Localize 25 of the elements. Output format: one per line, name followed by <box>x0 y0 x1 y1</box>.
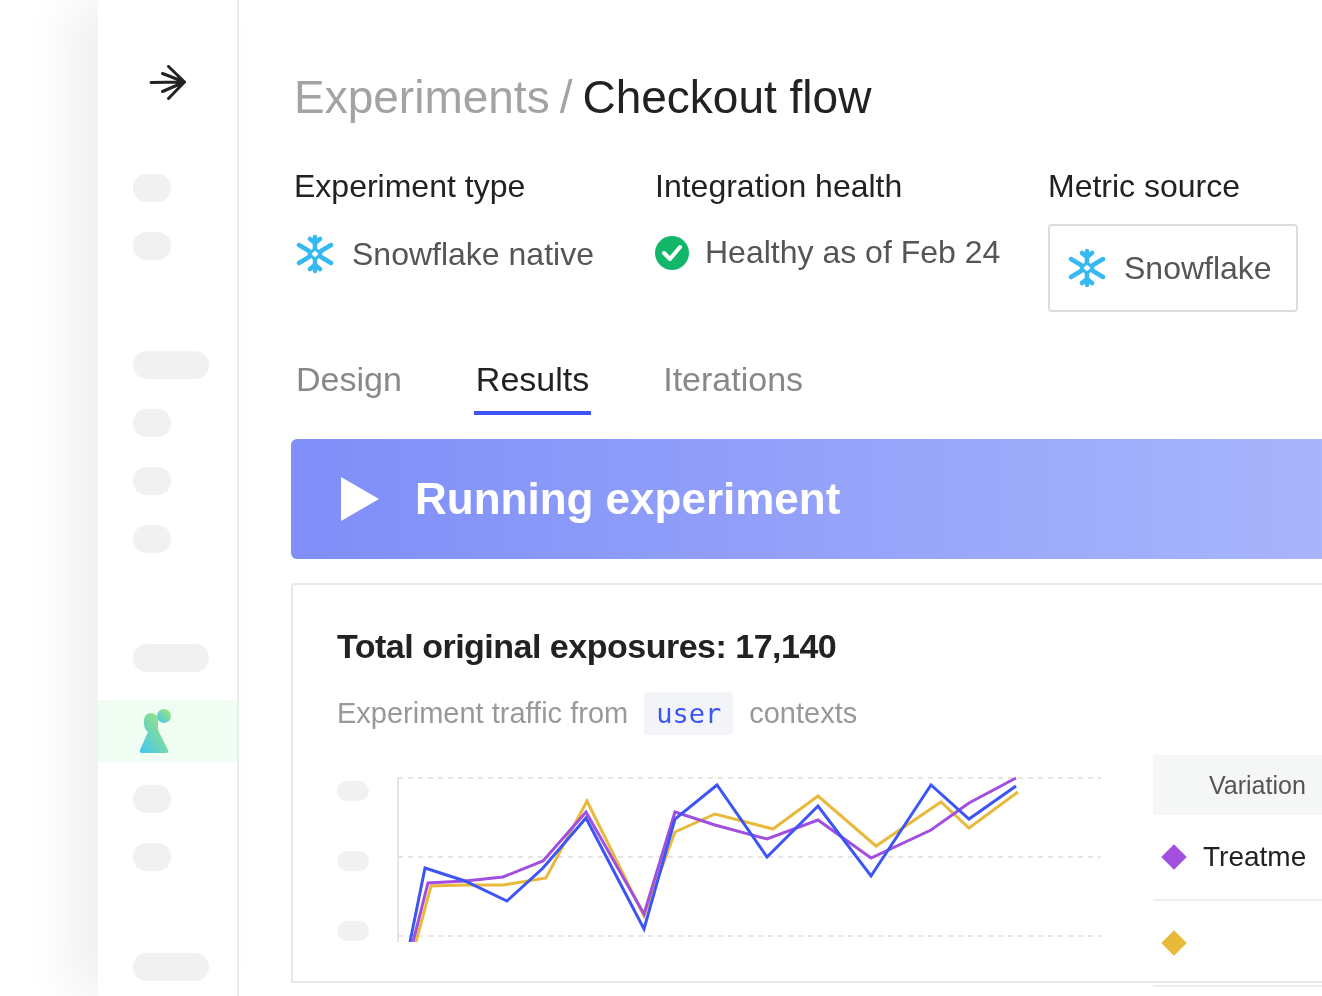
tab[interactable]: Iterations <box>661 352 806 415</box>
check-circle-icon <box>655 235 689 270</box>
column-header: Variation <box>1153 755 1322 815</box>
breadcrumb-link[interactable]: Experiments <box>294 70 550 124</box>
context-tag: user <box>644 692 734 735</box>
variation-name: Treatme <box>1203 841 1307 873</box>
tab[interactable]: Design <box>294 352 404 415</box>
flask-icon <box>138 708 174 754</box>
experiment-type-value: Snowflake native <box>352 235 594 273</box>
subtitle-text: contexts <box>749 697 858 730</box>
banner-text: Running experiment <box>415 474 841 524</box>
page-title: Checkout flow <box>582 70 872 124</box>
metric-source-select[interactable]: Snowflake <box>1048 224 1298 312</box>
health-status: Healthy as of Feb 24 <box>705 234 1001 271</box>
property-label: Experiment type <box>294 168 527 206</box>
subtitle-text: Experiment traffic from <box>337 697 629 730</box>
breadcrumb-separator: / <box>559 70 573 124</box>
tab[interactable]: Results <box>473 352 592 415</box>
snowflake-icon <box>1066 248 1108 288</box>
exposures-title: Total original exposures: 17,140 <box>337 627 838 666</box>
snowflake-icon <box>294 234 336 274</box>
nav-item[interactable] <box>98 700 237 762</box>
property-label: Metric source <box>1048 168 1242 206</box>
property-label: Integration health <box>655 168 904 206</box>
play-icon <box>341 477 379 521</box>
